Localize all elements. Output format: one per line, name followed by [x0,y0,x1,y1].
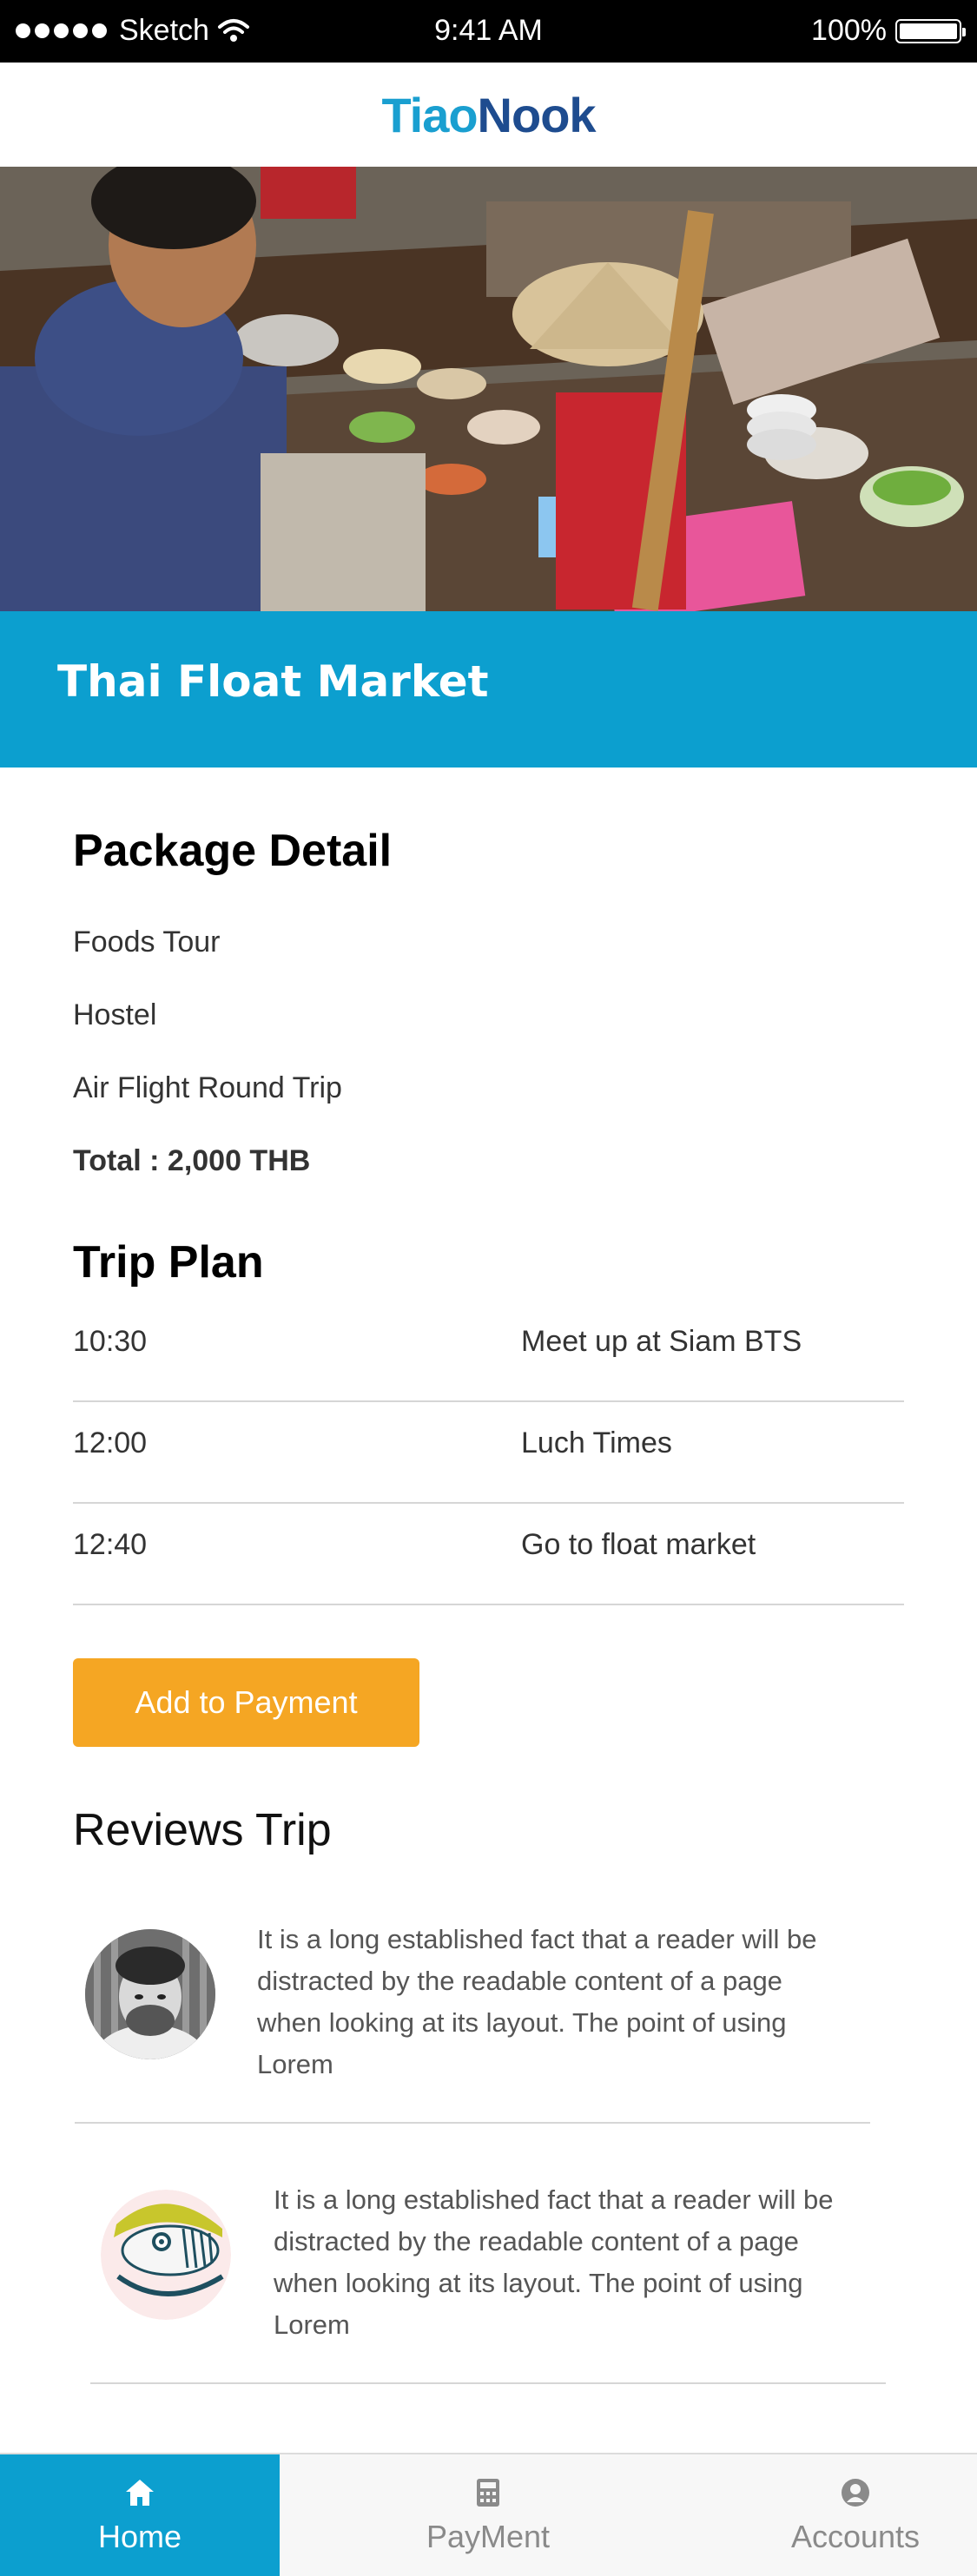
tab-label: Accounts [790,2519,921,2554]
trip-plan-heading: Trip Plan [73,1237,264,1288]
plan-time: 12:00 [73,1426,148,1459]
logo-part-tiao: Tiao [381,87,478,142]
home-icon [122,2475,157,2510]
review-item: It is a long established fact that a rea… [0,1919,977,2127]
review-divider [75,2122,870,2124]
review-divider [90,2382,886,2384]
package-item: Air Flight Round Trip [73,1071,342,1104]
tab-payment[interactable]: PayMent [314,2454,662,2576]
trip-plan-row: 12:40 Go to float market [73,1504,904,1605]
logo-part-nook: Nook [477,87,597,142]
plan-time: 10:30 [73,1325,148,1358]
trip-plan-row: 12:00 Luch Times [73,1402,904,1504]
plan-activity: Meet up at Siam BTS [521,1325,802,1358]
plan-activity: Luch Times [521,1426,672,1459]
app-header: TiaoNook [0,63,977,167]
account-icon [838,2475,873,2510]
calculator-icon [471,2475,505,2510]
hero-image [0,167,977,611]
app-logo[interactable]: TiaoNook [381,87,597,143]
package-item: Hostel [73,998,157,1031]
title-band: Thai Float Market [0,611,977,768]
battery-info: 100% [811,14,966,48]
plan-activity: Go to float market [521,1528,756,1561]
tab-label: PayMent [426,2519,551,2554]
battery-icon [895,18,966,43]
add-to-payment-button[interactable]: Add to Payment [73,1658,419,1747]
reviewer-avatar[interactable] [85,1929,215,2059]
tab-label: Home [97,2519,182,2554]
trip-plan-row: 10:30 Meet up at Siam BTS [73,1301,904,1402]
status-bar: Sketch 9:41 AM 100% [0,0,977,63]
package-item: Foods Tour [73,926,221,959]
trip-title: Thai Float Market [57,656,489,707]
reviews-heading: Reviews Trip [73,1805,332,1855]
review-text: It is a long established fact that a rea… [257,1924,817,2079]
battery-percent: 100% [811,14,887,47]
plan-time: 12:40 [73,1528,148,1561]
reviewer-avatar[interactable] [101,2190,231,2320]
package-detail-heading: Package Detail [73,826,393,876]
bottom-tab-bar: Home PayMent Accounts [0,2453,977,2576]
tab-home[interactable]: Home [0,2454,280,2576]
review-text: It is a long established fact that a rea… [274,2184,834,2340]
package-total: Total : 2,000 THB [73,1144,311,1177]
review-item: It is a long established fact that a rea… [0,2179,977,2388]
tab-accounts[interactable]: Accounts [725,2454,977,2576]
